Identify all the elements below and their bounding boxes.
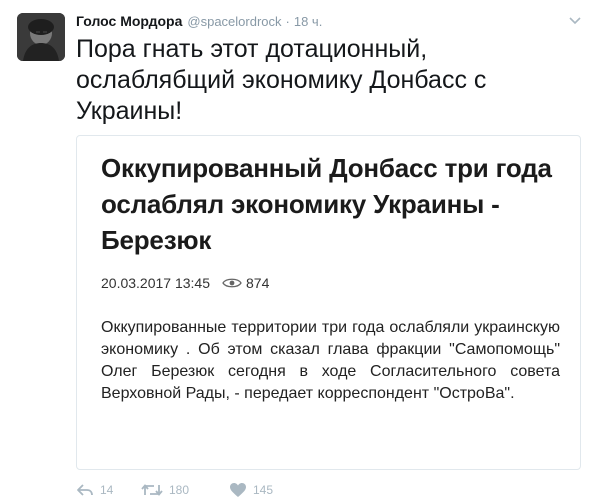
article-title[interactable]: Оккупированный Донбасс три года ослаблял… <box>101 150 571 258</box>
tweet-actions: 14 180 145 <box>76 480 309 500</box>
tweet-timestamp[interactable]: 18 ч. <box>294 14 322 29</box>
link-card[interactable]: Оккупированный Донбасс три года ослаблял… <box>76 135 581 470</box>
heart-icon <box>230 483 246 497</box>
retweet-button[interactable]: 180 <box>141 483 229 497</box>
article-body: Оккупированные территории три года ослаб… <box>101 319 560 402</box>
article-date: 20.03.2017 13:45 <box>101 275 210 291</box>
chevron-down-icon <box>569 17 581 25</box>
avatar[interactable] <box>17 13 65 61</box>
eye-icon <box>222 277 242 289</box>
more-options-button[interactable] <box>566 14 584 28</box>
retweet-count: 180 <box>169 483 190 497</box>
author-name[interactable]: Голос Мордора <box>76 13 182 29</box>
tweet-header: Голос Мордора @spacelordrock · 18 ч. <box>76 13 322 33</box>
article-views: 874 <box>246 275 270 291</box>
tweet-text: Пора гнать этот дотационный, ослаблябщий… <box>76 35 487 125</box>
article-meta: 20.03.2017 13:45 874 <box>101 275 269 291</box>
author-handle[interactable]: @spacelordrock <box>187 14 281 29</box>
reply-icon <box>77 484 93 496</box>
like-button[interactable]: 145 <box>229 482 309 498</box>
retweet-icon <box>141 484 163 496</box>
reply-button[interactable]: 14 <box>76 483 141 497</box>
tweet: Голос Мордора @spacelordrock · 18 ч. Пор… <box>0 0 601 502</box>
reply-count: 14 <box>100 483 114 497</box>
separator-dot: · <box>285 14 290 29</box>
avatar-image <box>17 13 65 61</box>
like-count: 145 <box>253 483 274 497</box>
